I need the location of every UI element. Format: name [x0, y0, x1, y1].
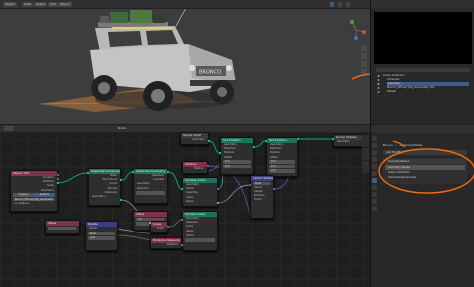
3d-viewport[interactable]: BRONCO Object View Select Add Object [0, 0, 370, 124]
menu-add[interactable]: Add [48, 2, 58, 7]
menu-object[interactable]: Object [58, 2, 72, 7]
outliner-icons [377, 74, 380, 94]
menu-view[interactable]: View [22, 2, 34, 7]
annotation-arrow [351, 73, 370, 80]
node-editor-sidebar-tabs[interactable] [362, 135, 369, 175]
node-editor[interactable]: Node Object Info Location Rotation Scale… [0, 125, 370, 287]
vehicle-model[interactable]: BRONCO [90, 7, 238, 111]
navigation-gizmo[interactable] [348, 20, 366, 40]
viewport-header: Object View Select Add Object [0, 0, 370, 9]
properties-panel: Bronco › GeometryNodes Add Modifier Geom… [370, 125, 474, 287]
image-preview [374, 12, 472, 64]
viewport-canvas: BRONCO [0, 7, 370, 124]
shading-solid-button[interactable] [330, 2, 334, 7]
outliner-row[interactable]: Wheels [387, 90, 396, 94]
svg-text:BRONCO: BRONCO [199, 70, 221, 76]
shading-material-button[interactable] [338, 2, 342, 7]
node-sockets [56, 137, 335, 247]
outliner-header [371, 0, 474, 8]
outliner-panel: Scene Collection Collection Lightsaber B… [370, 0, 474, 124]
mode-dropdown[interactable]: Object [3, 2, 17, 7]
annotation-circle [378, 140, 474, 194]
menu-select[interactable]: Select [34, 2, 48, 7]
outliner-search[interactable] [376, 68, 470, 72]
shading-render-button[interactable] [346, 2, 350, 7]
